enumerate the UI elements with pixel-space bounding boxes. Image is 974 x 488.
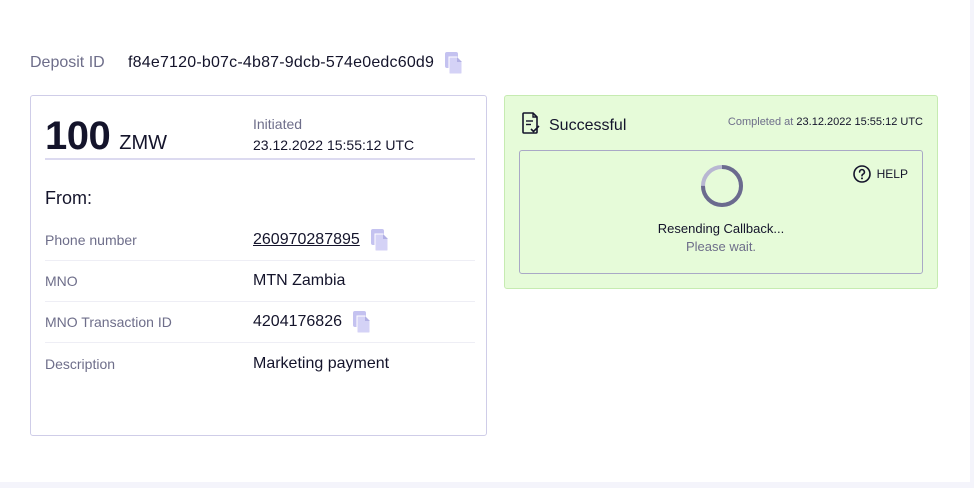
completed-time: 23.12.2022 15:55:12 UTC	[796, 116, 923, 128]
help-button[interactable]: HELP	[852, 165, 908, 183]
detail-key: MNO Transaction ID	[45, 314, 172, 330]
detail-value: MTN Zambia	[253, 272, 346, 289]
detail-key: Phone number	[45, 232, 137, 248]
detail-list: Phone number 260970287895 MNO MTN Zambia	[45, 220, 475, 384]
result-title: Successful	[549, 116, 627, 134]
deposit-id-label: Deposit ID	[30, 54, 105, 71]
detail-value: 4204176826	[253, 311, 372, 334]
resend-title: Resending Callback...	[657, 221, 785, 236]
help-label: HELP	[876, 167, 908, 181]
copy-icon[interactable]	[370, 229, 390, 252]
amount-value: 100	[45, 114, 111, 158]
copy-icon[interactable]	[352, 311, 372, 334]
deposit-details-card: 100 ZMW Initiated 23.12.2022 15:55:12 UT…	[30, 95, 487, 436]
detail-row-description: Description Marketing payment	[45, 343, 475, 384]
resend-callback-panel: HELP Resending Callback... Please wait.	[519, 150, 923, 274]
resend-subtitle: Please wait.	[685, 239, 757, 254]
detail-key: Description	[45, 355, 116, 372]
mno-transaction-id-value: 4204176826	[253, 313, 342, 330]
deposit-id-row: Deposit ID f84e7120-b07c-4b87-9dcb-574e0…	[30, 50, 464, 76]
detail-row-mno: MNO MTN Zambia	[45, 261, 475, 302]
phone-number-link[interactable]: 260970287895	[253, 231, 360, 249]
amount-currency: ZMW	[119, 132, 168, 154]
result-header: Successful	[521, 112, 626, 139]
from-label: From:	[45, 188, 92, 208]
document-check-icon	[521, 112, 541, 139]
deposit-id-value: f84e7120-b07c-4b87-9dcb-574e0edc60d9	[128, 54, 435, 71]
detail-value: Marketing payment	[253, 354, 390, 372]
header-divider	[45, 158, 475, 160]
status-block: Initiated 23.12.2022 15:55:12 UTC	[253, 116, 414, 153]
status-label: Initiated	[253, 116, 303, 132]
help-circle-icon	[852, 165, 871, 183]
detail-key: MNO	[45, 273, 78, 289]
amount: 100 ZMW	[45, 114, 167, 159]
loading-spinner-icon	[701, 165, 743, 207]
status-time: 23.12.2022 15:55:12 UTC	[253, 137, 415, 153]
completed-at: Completed at 23.12.2022 15:55:12 UTC	[728, 116, 923, 128]
result-card: Successful Completed at 23.12.2022 15:55…	[504, 95, 938, 289]
copy-icon[interactable]	[444, 52, 464, 75]
detail-row-phone: Phone number 260970287895	[45, 220, 475, 261]
detail-value: 260970287895	[253, 229, 390, 252]
detail-row-mno-transaction-id: MNO Transaction ID 4204176826	[45, 302, 475, 343]
page: Deposit ID f84e7120-b07c-4b87-9dcb-574e0…	[0, 0, 970, 482]
completed-prefix: Completed at	[727, 116, 794, 128]
